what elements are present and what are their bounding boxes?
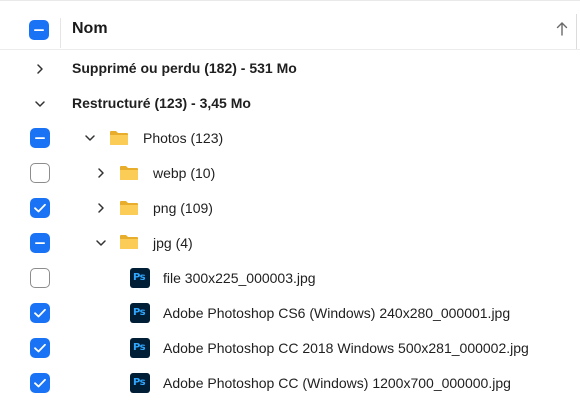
chevron-down-icon[interactable] — [84, 132, 96, 144]
row-checkbox-partial[interactable] — [30, 233, 50, 253]
tree-row-label: file 300x225_000003.jpg — [163, 270, 316, 286]
tree-row-label: jpg (4) — [153, 235, 193, 251]
chevron-down-icon[interactable] — [95, 237, 107, 249]
column-header: Nom — [0, 6, 580, 50]
row-checkbox-unchecked[interactable] — [30, 268, 50, 288]
tree-row-jpg[interactable]: jpg (4) — [0, 226, 580, 261]
photoshop-icon-text: Ps — [133, 272, 146, 283]
row-checkbox-checked[interactable] — [30, 198, 50, 218]
photoshop-icon-text: Ps — [133, 307, 146, 318]
top-border — [0, 0, 580, 1]
sort-ascending-icon[interactable] — [555, 20, 569, 38]
folder-icon — [120, 235, 138, 249]
row-checkbox-checked[interactable] — [30, 338, 50, 358]
tree-row-label: png (109) — [153, 200, 213, 216]
tree-row-label: Restructuré (123) - 3,45 Mo — [72, 95, 251, 111]
folder-icon — [110, 131, 128, 145]
chevron-right-icon[interactable] — [95, 167, 107, 179]
folder-icon — [120, 201, 138, 215]
folder-icon — [120, 166, 138, 180]
photoshop-icon-text: Ps — [133, 377, 146, 388]
photoshop-file-icon: Ps — [130, 338, 150, 358]
header-divider-line — [0, 49, 580, 50]
tree-row-label: webp (10) — [153, 165, 216, 181]
tree-row-file[interactable]: Ps Adobe Photoshop CC (Windows) 1200x700… — [0, 366, 580, 401]
tree-row-label: Adobe Photoshop CC 2018 Windows 500x281_… — [163, 340, 529, 356]
photoshop-icon-text: Ps — [133, 342, 146, 353]
select-all-checkbox[interactable] — [29, 20, 49, 40]
tree-row-photos[interactable]: Photos (123) — [0, 121, 580, 156]
tree-row-label: Adobe Photoshop CC (Windows) 1200x700_00… — [163, 375, 511, 391]
row-checkbox-checked[interactable] — [30, 373, 50, 393]
header-divider — [60, 18, 61, 48]
tree-row-deleted-or-lost[interactable]: Supprimé ou perdu (182) - 531 Mo — [0, 51, 580, 86]
tree-row-restructured[interactable]: Restructuré (123) - 3,45 Mo — [0, 86, 580, 121]
photoshop-file-icon: Ps — [130, 373, 150, 393]
tree-row-label: Adobe Photoshop CS6 (Windows) 240x280_00… — [163, 305, 511, 321]
column-name-header[interactable]: Nom — [72, 20, 108, 38]
tree-row-file[interactable]: Ps Adobe Photoshop CS6 (Windows) 240x280… — [0, 296, 580, 331]
tree-row-label: Photos (123) — [143, 130, 224, 146]
tree-row-file[interactable]: Ps file 300x225_000003.jpg — [0, 261, 580, 296]
header-right-edge — [576, 14, 577, 50]
chevron-down-icon[interactable] — [34, 98, 46, 110]
row-checkbox-checked[interactable] — [30, 303, 50, 323]
chevron-right-icon[interactable] — [34, 63, 46, 75]
tree-row-file[interactable]: Ps Adobe Photoshop CC 2018 Windows 500x2… — [0, 331, 580, 366]
row-checkbox-unchecked[interactable] — [30, 163, 50, 183]
row-checkbox-partial[interactable] — [30, 128, 50, 148]
tree-row-webp[interactable]: webp (10) — [0, 156, 580, 191]
chevron-right-icon[interactable] — [95, 202, 107, 214]
tree-row-png[interactable]: png (109) — [0, 191, 580, 226]
photoshop-file-icon: Ps — [130, 268, 150, 288]
photoshop-file-icon: Ps — [130, 303, 150, 323]
tree-row-label: Supprimé ou perdu (182) - 531 Mo — [72, 60, 297, 76]
